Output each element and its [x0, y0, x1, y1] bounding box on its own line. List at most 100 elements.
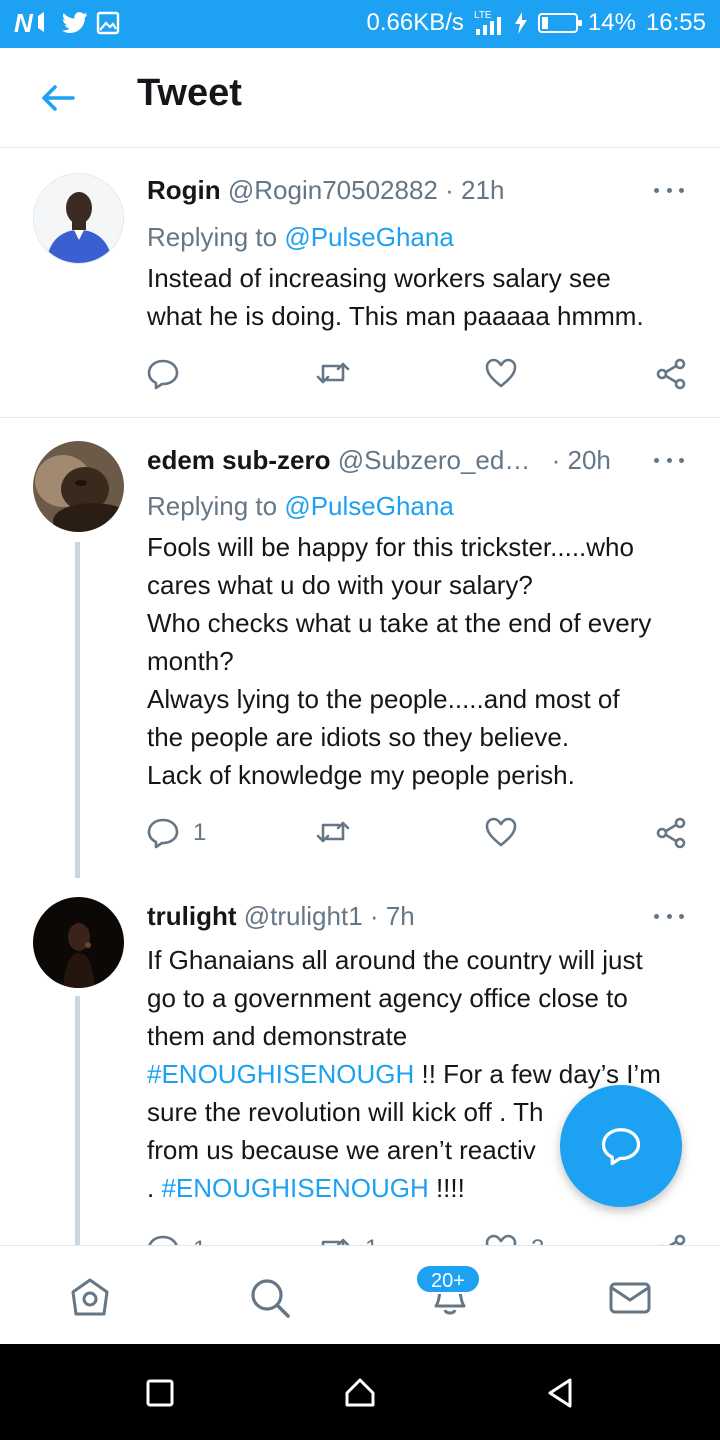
- retweet-count: 1: [365, 1235, 378, 1245]
- retweet-button[interactable]: [315, 358, 365, 388]
- reply-icon: [147, 359, 179, 390]
- heart-icon: [485, 817, 517, 847]
- like-button[interactable]: 2: [485, 1234, 544, 1245]
- avatar[interactable]: [33, 897, 124, 988]
- home-system-button[interactable]: [343, 1376, 377, 1410]
- like-button[interactable]: [485, 817, 531, 847]
- share-button[interactable]: [655, 358, 687, 390]
- separator-dot: ·: [369, 901, 379, 931]
- share-button[interactable]: [655, 817, 687, 849]
- status-app-icons: N: [14, 10, 120, 36]
- svg-text:N: N: [14, 10, 34, 36]
- back-arrow-icon: [42, 85, 75, 111]
- tweet-text-line: Fools will be happy for this trickster..…: [147, 532, 634, 562]
- author-name[interactable]: edem sub-zero: [147, 445, 331, 475]
- separator-dot: ·: [445, 175, 454, 205]
- tweet-text-line: what he is doing. This man paaaaa hmmm.: [147, 301, 644, 331]
- author-handle[interactable]: @trulight1: [244, 901, 363, 931]
- share-button[interactable]: [655, 1234, 687, 1245]
- tweet-header: trulight @trulight1 · 7h: [147, 899, 690, 933]
- network-speed: 0.66KB/s: [366, 9, 464, 36]
- tab-search[interactable]: [246, 1274, 294, 1322]
- replying-to: Replying to @PulseGhana: [147, 489, 454, 523]
- tweet-time: 20h: [567, 445, 611, 475]
- tweet-header: Rogin @Rogin70502882 · 21h: [147, 173, 690, 207]
- like-button[interactable]: [485, 358, 531, 388]
- share-icon: [656, 358, 686, 390]
- battery-percent: 14%: [587, 9, 636, 36]
- tweet-text: Instead of increasing workers salary see…: [147, 259, 692, 335]
- back-triangle-icon: [548, 1378, 572, 1408]
- hashtag-link[interactable]: #ENOUGHISENOUGH: [147, 1059, 414, 1089]
- more-options-button[interactable]: [654, 450, 684, 470]
- hashtag-link[interactable]: #ENOUGHISENOUGH: [161, 1173, 428, 1203]
- tweet-text-line: If Ghanaians all around the country will…: [147, 945, 643, 975]
- retweet-icon: [316, 362, 350, 384]
- status-indicators: 0.66KB/s LTE 14% 16:55: [366, 9, 706, 37]
- bottom-tab-bar: 20+: [0, 1245, 720, 1344]
- author-handle[interactable]: @Subzero_ed…: [338, 445, 531, 475]
- reply-count: 1: [193, 1236, 206, 1245]
- author-handle[interactable]: @Rogin70502882: [228, 175, 438, 205]
- retweet-icon: [321, 1238, 350, 1245]
- more-options-button[interactable]: [654, 906, 684, 926]
- compose-reply-button[interactable]: [560, 1085, 682, 1207]
- heart-icon: [485, 1234, 517, 1245]
- replying-to-mention[interactable]: @PulseGhana: [284, 491, 454, 521]
- search-icon: [251, 1279, 290, 1318]
- tweet-text: Fools will be happy for this trickster..…: [147, 528, 692, 794]
- tweet-text-line: Always lying to the people.....and most …: [147, 684, 620, 714]
- status-bar: N 0.66KB/s LTE 14% 16:55: [0, 0, 720, 48]
- heart-icon: [485, 358, 517, 388]
- author-name[interactable]: Rogin: [147, 175, 221, 205]
- avatar[interactable]: [33, 441, 124, 532]
- tab-messages[interactable]: [606, 1274, 654, 1322]
- retweet-icon: [316, 821, 350, 843]
- home-outline-icon: [345, 1378, 375, 1407]
- retweet-button[interactable]: 1: [315, 1234, 378, 1245]
- reply-button[interactable]: 1: [147, 817, 206, 849]
- replying-to-label: Replying to: [147, 222, 278, 252]
- tweet-actions: [147, 358, 692, 398]
- more-options-button[interactable]: [654, 180, 684, 200]
- tweet-text-fragment: .: [147, 1173, 162, 1203]
- tweet-item[interactable]: Rogin @Rogin70502882 · 21h Replying to @…: [0, 149, 720, 417]
- back-button[interactable]: [36, 78, 80, 118]
- messages-icon: [609, 1282, 651, 1314]
- clock: 16:55: [645, 9, 706, 36]
- reply-bubble-icon: [601, 1128, 641, 1166]
- gallery-icon: [96, 11, 120, 35]
- replying-to-mention[interactable]: @PulseGhana: [284, 222, 454, 252]
- reply-button[interactable]: 1: [147, 1234, 206, 1245]
- recents-icon: [146, 1379, 174, 1407]
- tab-home[interactable]: [66, 1274, 114, 1322]
- reply-feed: Rogin @Rogin70502882 · 21h Replying to @…: [0, 149, 720, 1245]
- thread-line: [75, 542, 80, 878]
- back-system-button[interactable]: [543, 1376, 577, 1410]
- tweet-time: 21h: [461, 175, 505, 205]
- reply-icon: [148, 1235, 178, 1245]
- tweet-item[interactable]: edem sub-zero @Subzero_ed… · 20h Replyin…: [0, 418, 720, 878]
- battery-icon: [537, 13, 582, 33]
- tweet-time: 7h: [385, 901, 415, 931]
- reply-icon: [147, 818, 179, 849]
- tweet-text-line: Who checks what u take at the end of eve…: [147, 608, 652, 638]
- home-icon: [71, 1278, 109, 1316]
- tweet-actions: 1 1 2: [147, 1234, 692, 1245]
- share-icon: [660, 1234, 686, 1245]
- svg-text:LTE: LTE: [474, 10, 492, 21]
- tweet-text-line: go to a government agency office close t…: [147, 983, 628, 1013]
- tweet-text-line: month?: [147, 646, 234, 676]
- recents-button[interactable]: [143, 1376, 177, 1410]
- thread-line: [75, 996, 80, 1245]
- retweet-button[interactable]: [315, 817, 365, 847]
- tweet-text-line: cares what u do with your salary?: [147, 570, 533, 600]
- share-icon: [656, 817, 686, 849]
- author-name[interactable]: trulight: [147, 901, 237, 931]
- page-title: Tweet: [137, 72, 242, 114]
- notification-badge: 20+: [415, 1264, 481, 1294]
- reply-button[interactable]: [147, 358, 193, 390]
- app-header: Tweet: [0, 48, 720, 148]
- news-icon: N: [14, 10, 54, 36]
- avatar[interactable]: [33, 173, 124, 264]
